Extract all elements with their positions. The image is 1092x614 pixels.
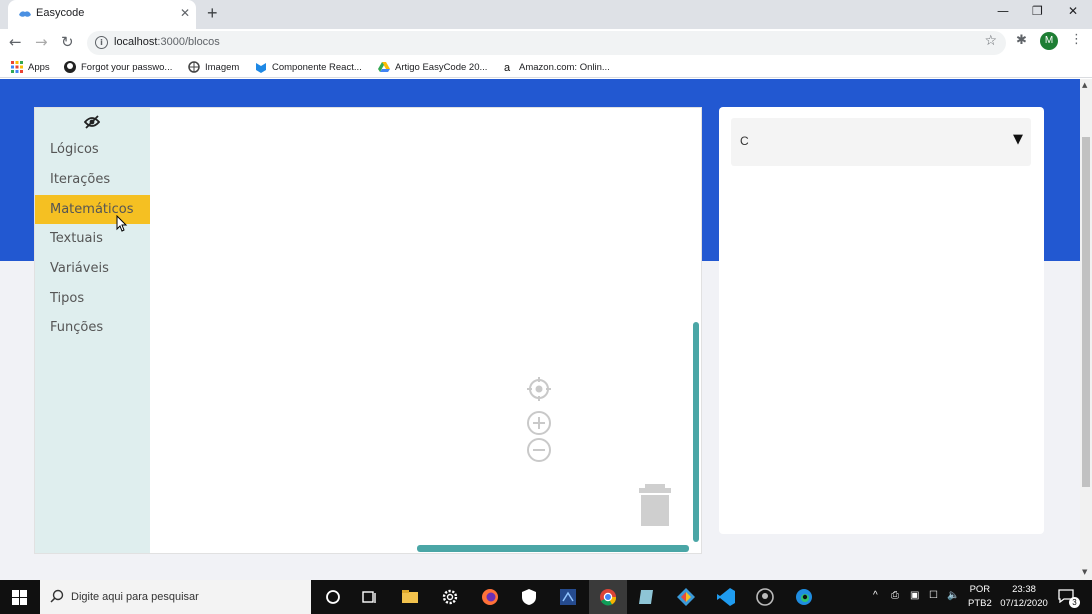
clock-date: 07/12/2020 (1000, 598, 1048, 609)
keyboard-layout: PTB2 (968, 598, 992, 609)
wifi-icon[interactable]: ☐ (929, 590, 938, 601)
trash-icon[interactable] (639, 484, 671, 526)
recenter-icon[interactable] (526, 376, 552, 402)
language-select-value: C (740, 134, 749, 148)
canvas-vertical-scrollbar[interactable] (693, 322, 699, 542)
firefox-icon[interactable] (479, 586, 501, 608)
task-view-icon[interactable] (359, 586, 381, 608)
tray-expand-icon[interactable]: ^ (873, 590, 878, 601)
cortana-icon[interactable] (322, 586, 344, 608)
network-icon[interactable]: ⎙ (891, 590, 899, 601)
minimize-icon[interactable]: — (997, 4, 1009, 18)
settings-gear-icon[interactable] (439, 586, 461, 608)
browser-tab-bar: Easycode ✕ + — ❐ ✕ (0, 0, 1092, 29)
page-scrollbar[interactable]: ▲ ▼ (1080, 79, 1092, 580)
scroll-up-icon[interactable]: ▲ (1082, 81, 1087, 89)
input-language[interactable]: POR PTB2 (968, 583, 992, 611)
notification-count-badge: 3 (1069, 597, 1080, 608)
apps-grid-icon (11, 61, 23, 73)
page: Lógicos Iterações Matemáticos Textuais V… (0, 79, 1080, 580)
hide-eye-icon[interactable] (84, 115, 100, 129)
language-code: POR (969, 584, 991, 595)
url-path: :3000/blocos (157, 36, 220, 48)
display-icon[interactable]: ▣ (910, 590, 919, 601)
search-icon (50, 589, 64, 603)
category-variaveis[interactable]: Variáveis (35, 254, 150, 283)
forward-icon[interactable]: → (35, 33, 48, 51)
toolbox: Lógicos Iterações Matemáticos Textuais V… (35, 108, 150, 553)
clock[interactable]: 23:38 07/12/2020 (998, 583, 1050, 611)
address-bar[interactable]: i localhost:3000/blocos ☆ (87, 31, 1006, 55)
notes-app-icon[interactable] (636, 586, 658, 608)
canvas-horizontal-scrollbar[interactable] (417, 545, 689, 552)
category-matematicos[interactable]: Matemáticos (35, 195, 150, 224)
close-tab-icon[interactable]: ✕ (180, 6, 190, 20)
language-select[interactable]: C ▼ (731, 118, 1031, 166)
bookmark-artigo-easycode[interactable]: Artigo EasyCode 20... (378, 60, 487, 74)
reload-icon[interactable]: ↻ (61, 33, 74, 51)
category-funcoes[interactable]: Funções (35, 313, 150, 342)
bookmark-apps[interactable]: Apps (11, 60, 50, 74)
material-icon (256, 63, 266, 73)
close-window-icon[interactable]: ✕ (1068, 4, 1078, 18)
code-panel: C ▼ (719, 107, 1044, 534)
page-scroll-thumb[interactable] (1082, 137, 1090, 487)
drive-icon (378, 62, 390, 72)
bookmark-github[interactable]: Forgot your passwo... (64, 60, 172, 74)
taskbar-search[interactable]: Digite aqui para pesquisar (40, 580, 311, 614)
tab-title: Easycode (36, 7, 85, 19)
mouse-cursor-icon (116, 215, 128, 232)
code-editor-icon[interactable] (557, 586, 579, 608)
volume-icon[interactable]: 🔈 (947, 590, 959, 601)
github-icon (64, 61, 76, 73)
file-explorer-icon[interactable] (399, 586, 421, 608)
easycode-favicon-icon (19, 11, 31, 17)
github-desktop-icon[interactable] (754, 586, 776, 608)
back-icon[interactable]: ← (9, 33, 22, 51)
blockly-workspace: Lógicos Iterações Matemáticos Textuais V… (34, 107, 702, 554)
bookmark-amazon[interactable]: a Amazon.com: Onlin... (502, 60, 610, 74)
dropdown-arrow-icon: ▼ (1013, 132, 1023, 147)
globe-icon (188, 61, 200, 73)
scroll-down-icon[interactable]: ▼ (1082, 568, 1087, 576)
svg-text:a: a (504, 62, 511, 73)
zoom-out-icon[interactable] (526, 437, 552, 463)
zoom-in-icon[interactable] (526, 410, 552, 436)
security-shield-icon[interactable] (518, 586, 540, 608)
extensions-icon[interactable]: ✱ (1016, 33, 1027, 48)
restore-icon[interactable]: ❐ (1032, 4, 1043, 18)
bookmark-label: Componente React... (272, 61, 362, 73)
bookmark-label: Imagem (205, 61, 240, 73)
bookmark-label: Amazon.com: Onlin... (519, 61, 610, 73)
category-logicos[interactable]: Lógicos (35, 135, 150, 164)
bookmark-imagem[interactable]: Imagem (188, 60, 239, 74)
clock-time: 23:38 (1012, 584, 1036, 595)
amazon-icon: a (504, 62, 511, 73)
category-iteracoes[interactable]: Iterações (35, 165, 150, 194)
windows-taskbar: Digite aqui para pesquisar ^ ⎙ ▣ ☐ 🔈 POR… (0, 580, 1092, 614)
block-canvas[interactable] (150, 108, 701, 553)
category-tipos[interactable]: Tipos (35, 284, 150, 313)
category-textuais[interactable]: Textuais (35, 224, 150, 253)
bookmark-componente-react[interactable]: Componente React... (255, 60, 362, 74)
browser-tab[interactable]: Easycode ✕ (8, 0, 196, 29)
windows-start-icon[interactable] (12, 590, 27, 605)
vscode-icon[interactable] (715, 586, 737, 608)
bookmark-label: Artigo EasyCode 20... (395, 61, 488, 73)
bookmark-star-icon[interactable]: ☆ (984, 33, 997, 49)
git-kraken-icon[interactable] (675, 586, 697, 608)
site-info-icon[interactable]: i (95, 36, 108, 49)
profile-avatar[interactable]: M (1040, 32, 1058, 50)
search-placeholder: Digite aqui para pesquisar (71, 591, 199, 603)
new-tab-icon[interactable]: + (207, 3, 218, 24)
menu-icon[interactable]: ⋮ (1070, 32, 1083, 47)
browser-toolbar: ← → ↻ i localhost:3000/blocos ☆ (0, 29, 1092, 56)
bookmark-label: Forgot your passwo... (81, 61, 173, 73)
chrome-icon[interactable] (597, 586, 619, 608)
url-text: localhost:3000/blocos (114, 36, 220, 48)
url-host: localhost (114, 36, 158, 48)
bookmarks-bar: Apps Forgot your passwo... Imagem Compon… (0, 56, 1092, 78)
bookmark-label: Apps (28, 61, 50, 73)
edge-icon[interactable] (793, 586, 815, 608)
